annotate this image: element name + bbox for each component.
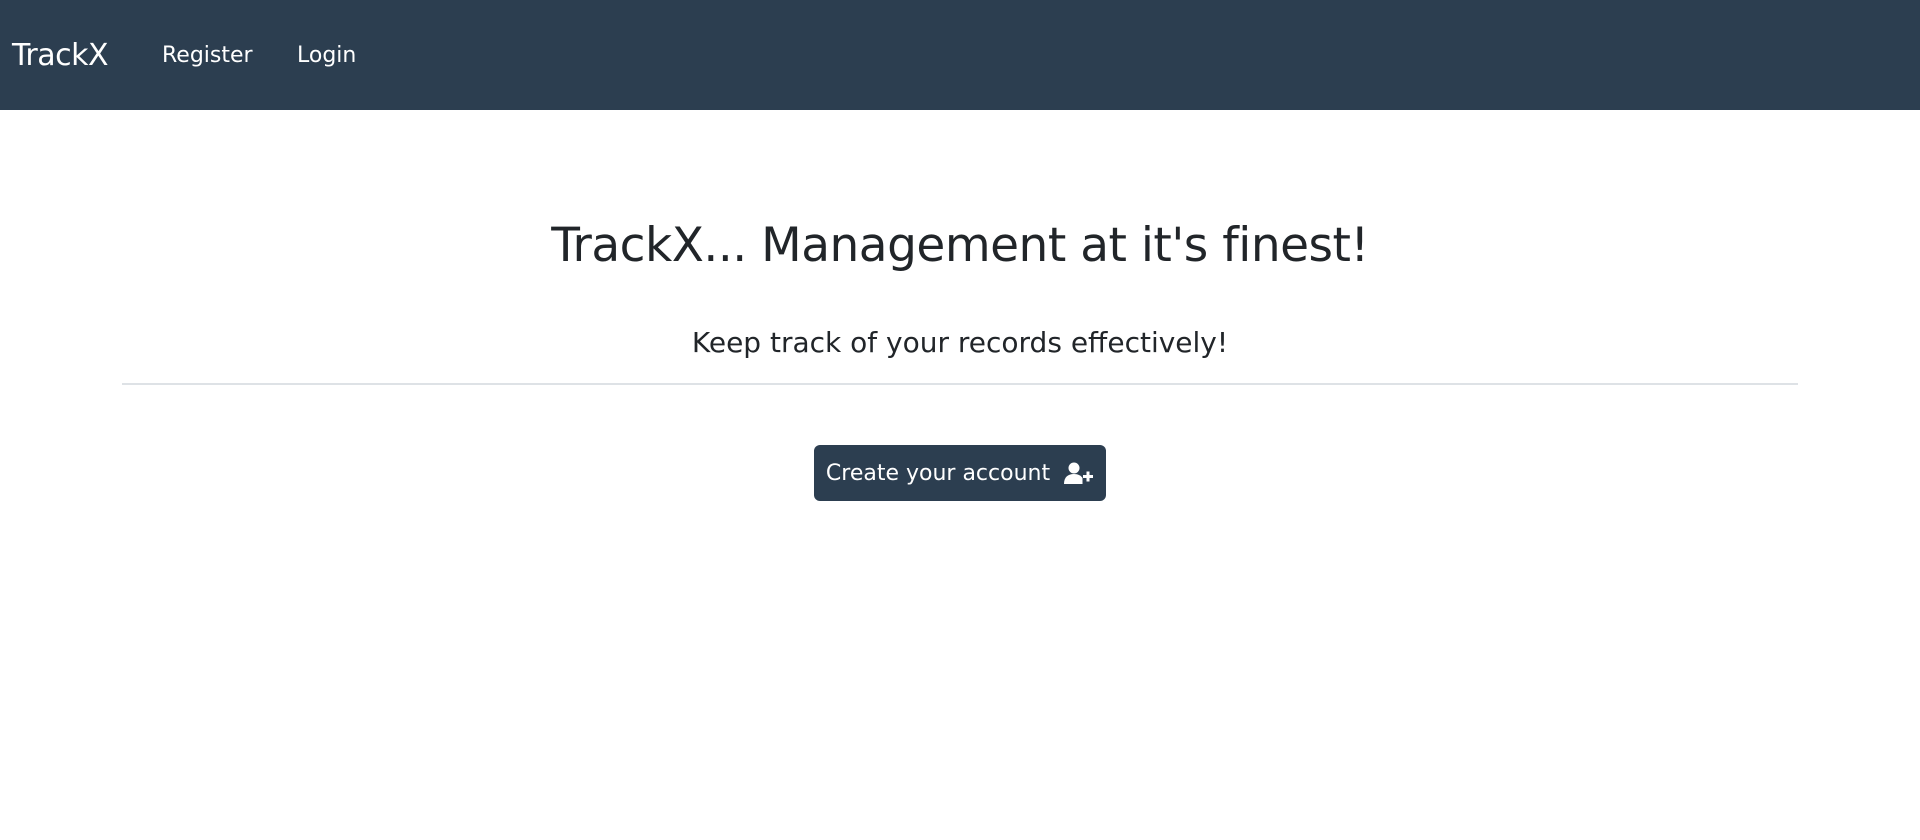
user-plus-icon: [1064, 461, 1094, 485]
top-navbar: TrackX Register Login: [0, 0, 1920, 110]
hero-subtitle: Keep track of your records effectively!: [691, 326, 1229, 359]
create-account-label: Create your account: [825, 460, 1051, 486]
create-account-button[interactable]: Create your account: [814, 445, 1106, 501]
nav-login-link[interactable]: Login: [297, 43, 356, 69]
nav-register-link[interactable]: Register: [162, 43, 253, 69]
section-divider: [122, 383, 1798, 385]
brand-logo-link[interactable]: TrackX: [12, 38, 109, 74]
hero-title: TrackX... Management at it's finest!: [551, 218, 1369, 273]
